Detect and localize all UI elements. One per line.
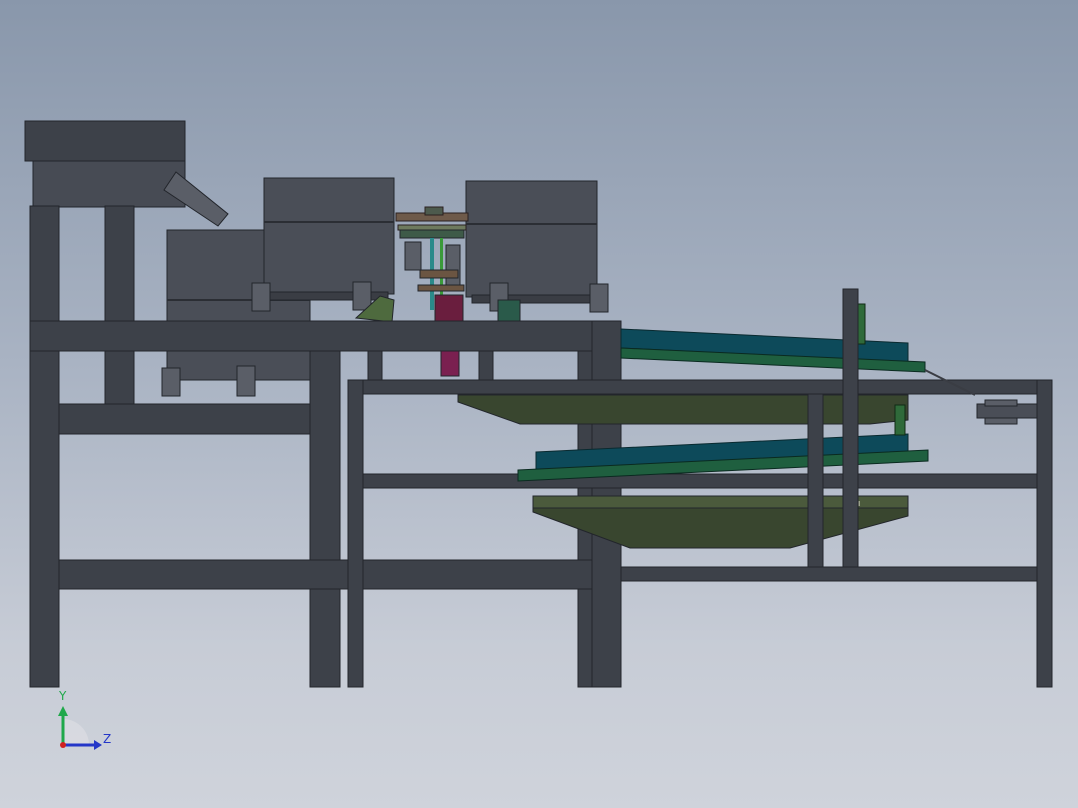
mechanism-actuator: [440, 349, 460, 377]
bowl-center-left-body: [263, 177, 395, 295]
right-leg: [1036, 379, 1053, 688]
mechanism-block: [434, 294, 464, 324]
mid-rail: [58, 403, 311, 435]
left-leg-inner: [104, 205, 135, 405]
triad-z-label: Z: [103, 732, 112, 746]
upright: [842, 288, 859, 568]
bowl-foot: [236, 365, 256, 397]
table-leg: [309, 350, 341, 688]
hopper-top: [24, 120, 186, 162]
right-top-rail: [347, 379, 1053, 395]
end-bracket: [976, 399, 1038, 425]
upright: [807, 393, 824, 568]
right-mid-rail: [362, 473, 1038, 489]
upper-tray: [457, 394, 909, 425]
bowl-center-right-body: [465, 180, 598, 298]
bowl-foot: [161, 367, 181, 397]
orientation-triad: [58, 706, 102, 750]
x-axis-origin-icon: [60, 742, 66, 748]
bowl-center-right: [465, 180, 609, 313]
cad-viewport[interactable]: Y Z: [0, 0, 1078, 808]
bowl-foot: [251, 282, 271, 312]
bowl-foot: [352, 281, 372, 311]
bowl-foot: [589, 283, 609, 313]
triad-y-label: Y: [59, 689, 67, 703]
bowl-center-left: [251, 177, 395, 312]
left-frame: [29, 205, 135, 688]
table-top-rail: [29, 320, 621, 352]
right-leg: [347, 379, 364, 688]
hopper-body: [32, 160, 186, 208]
bottom-rail: [58, 559, 593, 590]
left-leg-outer: [29, 205, 60, 688]
right-bottom-rail: [620, 566, 1038, 582]
machine-assembly-drawing[interactable]: [0, 0, 1078, 808]
